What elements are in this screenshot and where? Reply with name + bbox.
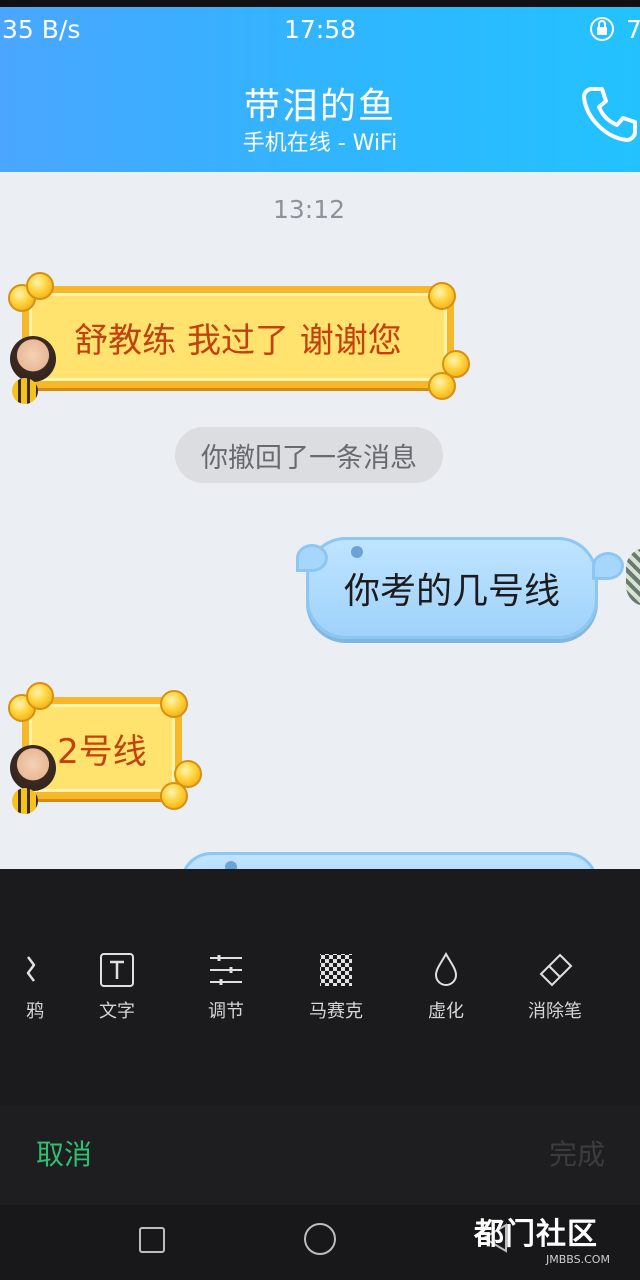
bubble-decoration bbox=[428, 282, 456, 310]
rotation-lock-icon bbox=[590, 17, 614, 41]
tool-label: 调节 bbox=[208, 1001, 244, 1022]
tool-blur[interactable]: 虚化 bbox=[401, 951, 491, 1023]
message-bubble-left[interactable]: 舒教练 我过了 谢谢您 bbox=[22, 286, 454, 388]
tool-mosaic[interactable]: 马赛克 bbox=[291, 951, 381, 1023]
contact-avatar[interactable] bbox=[10, 336, 56, 382]
tool-label: 文字 bbox=[99, 1001, 135, 1022]
cancel-button[interactable]: 取消 bbox=[36, 1133, 92, 1173]
bubble-decoration bbox=[26, 682, 54, 710]
tool-doodle[interactable]: 鸦 bbox=[0, 951, 62, 1023]
scribble-icon bbox=[26, 956, 36, 982]
text-icon bbox=[100, 953, 134, 987]
message-bubble-right[interactable]: 你考的几号线 bbox=[306, 537, 598, 639]
battery-level: 7 bbox=[626, 15, 640, 44]
message-text: 2号线 bbox=[57, 731, 147, 772]
tool-label: 消除笔 bbox=[528, 1001, 582, 1022]
done-button[interactable]: 完成 bbox=[549, 1133, 605, 1173]
contact-presence: 手机在线 - WiFi bbox=[242, 131, 398, 156]
editor-action-bar: 取消 完成 bbox=[0, 1105, 640, 1205]
editor-toolbar: 鸦 文字 调节 马赛克 虚化 消除笔 bbox=[0, 869, 640, 1105]
home-button[interactable] bbox=[304, 1223, 336, 1255]
bee-decoration bbox=[12, 378, 38, 404]
bubble-decoration bbox=[160, 782, 188, 810]
message-text: 你考的几号线 bbox=[343, 571, 560, 612]
eraser-icon bbox=[539, 953, 573, 987]
tool-label: 鸦 bbox=[26, 1001, 44, 1022]
status-bar: 35 B/s 17:58 7 bbox=[0, 7, 640, 51]
phone-call-icon[interactable] bbox=[578, 83, 640, 145]
bubble-decoration bbox=[351, 546, 363, 558]
blur-icon bbox=[434, 951, 458, 986]
bubble-decoration bbox=[160, 690, 188, 718]
bubble-tail bbox=[592, 552, 624, 580]
mosaic-icon bbox=[320, 954, 352, 986]
chat-header: 35 B/s 17:58 7 带泪的鱼 手机在线 - WiFi bbox=[0, 7, 640, 172]
tool-adjust[interactable]: 调节 bbox=[181, 951, 271, 1023]
message-text: 舒教练 我过了 谢谢您 bbox=[74, 320, 402, 361]
top-edge bbox=[0, 0, 640, 7]
image-editor-panel: 鸦 文字 调节 马赛克 虚化 消除笔 取消 完成 都门社区 JMBBS.COM bbox=[0, 869, 640, 1280]
recents-button[interactable] bbox=[139, 1227, 165, 1253]
contact-name[interactable]: 带泪的鱼 bbox=[0, 77, 640, 129]
status-time: 17:58 bbox=[283, 15, 357, 44]
bubble-decoration bbox=[428, 372, 456, 400]
contact-avatar[interactable] bbox=[10, 745, 56, 791]
bubble-tail bbox=[296, 544, 328, 572]
bubble-decoration bbox=[26, 272, 54, 300]
watermark-url: JMBBS.COM bbox=[546, 1253, 610, 1266]
bee-decoration bbox=[12, 788, 38, 814]
my-avatar[interactable] bbox=[626, 548, 640, 606]
tool-text[interactable]: 文字 bbox=[72, 951, 162, 1023]
adjust-icon bbox=[210, 955, 242, 985]
chat-timestamp: 13:12 bbox=[272, 195, 346, 224]
tool-label: 虚化 bbox=[428, 1001, 464, 1022]
watermark-logo: 都门社区 bbox=[474, 1217, 598, 1252]
tool-label: 马赛克 bbox=[309, 1001, 363, 1022]
recall-text: 你撤回了一条消息 bbox=[201, 442, 417, 474]
tool-eraser[interactable]: 消除笔 bbox=[510, 951, 600, 1023]
system-nav-bar: 都门社区 JMBBS.COM bbox=[0, 1205, 640, 1280]
recall-notice: 你撤回了一条消息 bbox=[175, 427, 443, 483]
